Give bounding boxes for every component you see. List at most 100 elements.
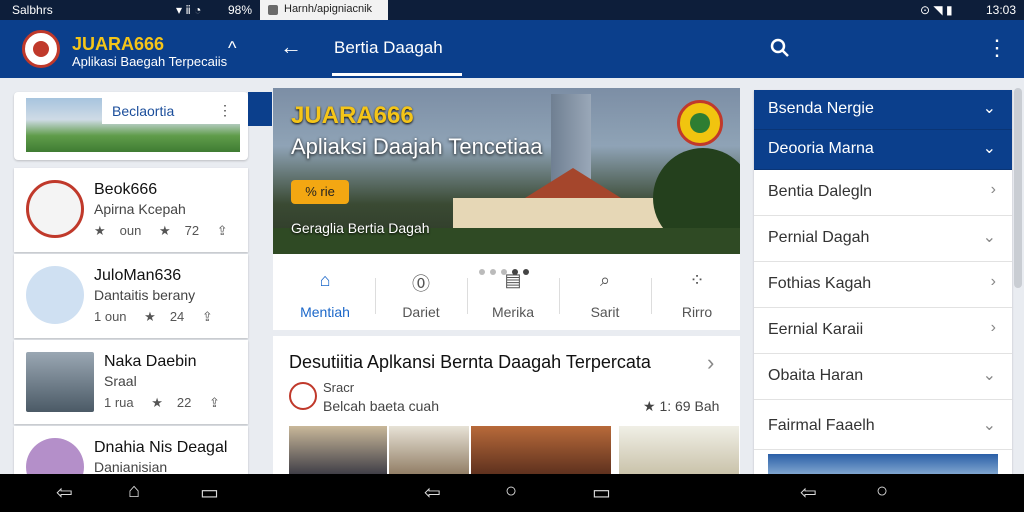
chevron-right-icon: › <box>990 273 996 290</box>
article-card[interactable]: Desutiitia Aplkansi Bernta Daagah Terper… <box>273 336 740 476</box>
menu-item[interactable]: Eernial Karaii › <box>754 308 1012 354</box>
chevron-down-icon: ⌄ <box>982 140 996 157</box>
chevron-right-icon: › <box>990 319 996 336</box>
category-tabs: ⌂ Mentiah ⓪ Dariet ▤ Merika ⌕ Sarit ⁘ Ri… <box>273 254 740 330</box>
list-item-title: Dnahia Nis Deagal <box>94 439 228 456</box>
search-icon[interactable] <box>768 36 792 60</box>
list-item[interactable]: Beok666 Apirna Kcepah ★ oun ★ 72 ⇪ <box>14 168 248 252</box>
home-icon: ⌂ <box>319 270 331 290</box>
list-item-stats: ★ oun ★ 72 ⇪ <box>94 223 242 239</box>
home-icon[interactable]: ○ <box>505 480 517 503</box>
menu-item[interactable]: Obaita Haran ⌄ <box>754 354 1012 400</box>
list-item[interactable]: JuloMan636 Dantaitis berany 1 oun ★ 24 ⇪ <box>14 254 248 338</box>
info-icon: ⓪ <box>412 274 430 294</box>
stat-likes: 24 <box>169 309 185 324</box>
status-time: 13:03 <box>986 3 1017 17</box>
list-item-subtitle: Apirna Kcepah <box>94 201 186 217</box>
share-icon[interactable]: ⇪ <box>217 223 228 238</box>
menu-item[interactable]: Fothias Kagah › <box>754 262 1012 308</box>
menu-item[interactable]: Bentia Dalegln › <box>754 170 1012 216</box>
collapse-icon[interactable]: ^ <box>228 38 236 59</box>
news-icon: ▤ <box>504 270 522 290</box>
status-bar: Salbhrs ▾ ⅱ ◔ 98% Harnh/apigniacnik ⊙ ◥ … <box>0 0 1024 20</box>
tab-rirro[interactable]: ⁘ Rirro <box>651 270 743 326</box>
banner-chip-label: Beclaortia <box>112 103 175 119</box>
article-photo[interactable] <box>389 426 469 476</box>
brand-subtitle: Aplikasi Baegah Terpecaiis <box>72 54 228 69</box>
back-icon[interactable]: ⇦ <box>424 480 441 505</box>
avatar <box>26 438 84 474</box>
article-photo[interactable] <box>289 426 387 476</box>
menu-item-label: Fairmal Faaelh <box>768 417 875 434</box>
status-left-text: Salbhrs <box>12 3 53 17</box>
tab-dariet[interactable]: ⓪ Dariet <box>375 270 467 326</box>
back-icon[interactable]: ⇦ <box>56 480 73 505</box>
tab-sarit[interactable]: ⌕ Sarit <box>559 270 651 326</box>
brand-title: JUARA666 <box>72 34 165 54</box>
stat-likes: 22 <box>176 395 192 410</box>
app-bar: JUARA666 Aplikasi Baegah Terpecaiis ^ ← … <box>0 20 1024 78</box>
back-arrow-icon[interactable]: ← <box>280 34 302 60</box>
hero-banner[interactable]: JUARA666 Apliaksi Daajah Tencetiaa % rie… <box>273 88 740 254</box>
hero-title: JUARA666 <box>291 102 414 129</box>
menu-item-label: Deooria Marna <box>768 140 874 157</box>
article-photo[interactable] <box>471 426 611 476</box>
menu-item-label: Obaita Haran <box>768 367 864 384</box>
share-icon[interactable]: ⇪ <box>202 309 213 324</box>
tab-label: Merika <box>491 304 534 320</box>
list-item-subtitle: Dantaitis berany <box>94 287 196 303</box>
menu-item-label: Bsenda Nergie <box>768 100 874 117</box>
stat-views: 1 oun <box>94 309 127 324</box>
tab-mentiah[interactable]: ⌂ Mentiah <box>279 270 371 326</box>
tab-label: Dariet <box>402 304 440 320</box>
article-source: Belcah baeta cuah <box>323 398 439 414</box>
recents-icon[interactable]: ▭ <box>592 480 611 505</box>
search-icon: ⌕ <box>599 270 611 290</box>
list-item-stats: 1 oun ★ 24 ⇪ <box>94 309 227 325</box>
tab-label: Sarit <box>590 304 620 320</box>
more-options-icon[interactable]: ⋮ <box>986 36 1008 60</box>
menu-item[interactable]: Pernial Dagah ⌄ <box>754 216 1012 262</box>
recents-icon[interactable]: ▭ <box>200 480 219 505</box>
list-item[interactable]: Dnahia Nis Deagal Danianisian <box>14 426 248 474</box>
menu-item[interactable]: Deooria Marna ⌄ <box>754 130 1012 170</box>
home-icon[interactable]: ○ <box>876 480 888 503</box>
stat-views: 1 rua <box>104 395 134 410</box>
system-nav-bar: ⇦ ⌂ ▭ ⇦ ○ ▭ ⇦ ○ <box>0 474 1024 512</box>
list-item-subtitle: Sraal <box>104 373 137 389</box>
hero-caption: Geraglia Bertia Dagah <box>291 220 430 236</box>
chip-menu-icon[interactable]: ⋮ <box>218 102 232 119</box>
chevron-right-icon[interactable]: › <box>707 350 714 376</box>
article-meta-text: 1: 69 Bah <box>659 398 720 414</box>
article-author: Sracr <box>323 380 355 395</box>
browser-tab[interactable]: Harnh/apigniacnik <box>260 0 388 20</box>
back-icon[interactable]: ⇦ <box>800 480 817 505</box>
hero-badge[interactable]: % rie <box>291 180 349 204</box>
chevron-down-icon: ⌄ <box>982 417 996 434</box>
active-tab-indicator <box>332 73 462 76</box>
header-strip <box>248 92 272 126</box>
star-icon: ★ <box>144 309 156 324</box>
tab-merika[interactable]: ▤ Merika <box>467 270 559 326</box>
menu-item-label: Fothias Kagah <box>768 275 872 292</box>
seal-logo <box>677 100 723 146</box>
pin-icon: ★ <box>94 223 106 238</box>
star-icon: ★ <box>643 398 656 414</box>
list-item-stats: 1 rua ★ 22 ⇪ <box>104 395 234 411</box>
list-item[interactable]: Naka Daebin Sraal 1 rua ★ 22 ⇪ <box>14 340 248 424</box>
chevron-down-icon: ⌄ <box>982 367 996 384</box>
menu-item[interactable]: Bsenda Nergie ⌄ <box>754 90 1012 130</box>
chevron-down-icon: ⌄ <box>982 100 996 117</box>
article-photos <box>289 426 739 476</box>
signal-icon: ▾ ⅱ ◔ <box>176 3 202 17</box>
scrollbar[interactable] <box>1014 88 1022 288</box>
banner-chip[interactable]: Beclaortia ⋮ <box>102 98 242 124</box>
share-icon[interactable]: ⇪ <box>209 395 220 410</box>
menu-item[interactable]: Fairmal Faaelh ⌄ <box>754 404 1012 450</box>
article-photo[interactable] <box>619 426 739 476</box>
left-banner[interactable]: Beclaortia ⋮ <box>14 92 248 160</box>
article-title[interactable]: Desutiitia Aplkansi Bernta Daagah Terper… <box>289 352 651 373</box>
hero-subtitle: Apliaksi Daajah Tencetiaa <box>291 134 543 159</box>
home-icon[interactable]: ⌂ <box>128 480 140 503</box>
menu-item-label: Bentia Dalegln <box>768 183 873 200</box>
